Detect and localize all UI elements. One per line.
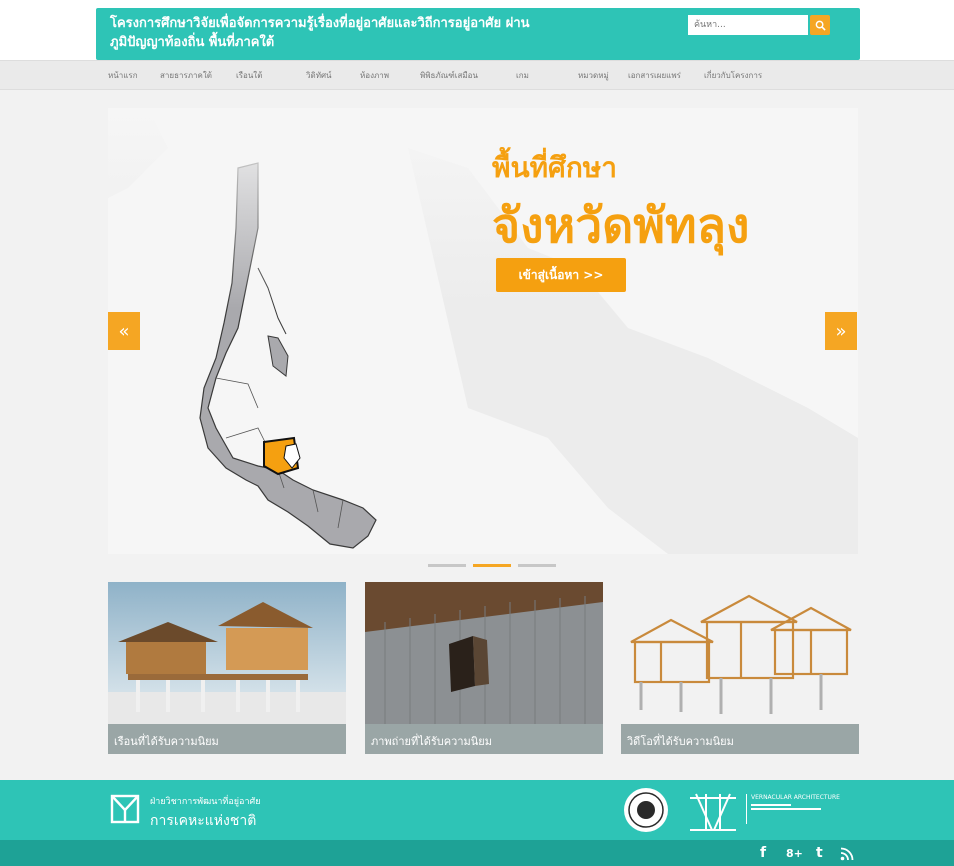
slide-subtitle: พื้นที่ศึกษา	[492, 151, 617, 184]
site-footer: ฝ่ายวิชาการพัฒนาที่อยู่อาศัย การเคหะแห่ง…	[0, 780, 954, 840]
nav-item-virtual-museum[interactable]: พิพิธภัณฑ์เสมือน	[420, 69, 478, 82]
slide-title: จังหวัดพัทลุง	[492, 198, 750, 254]
slider-prev-button[interactable]: «	[108, 312, 140, 350]
slider-dot-1[interactable]	[428, 564, 466, 567]
google-plus-icon[interactable]: 8+	[786, 847, 803, 860]
search-button[interactable]	[810, 15, 830, 35]
slider-dot-2[interactable]	[473, 564, 511, 567]
chevron-left-icon: «	[118, 320, 130, 342]
nav-item-about[interactable]: เกี่ยวกับโครงการ	[704, 69, 762, 82]
footer-organization: การเคหะแห่งชาติ	[150, 813, 257, 829]
slider-next-button[interactable]: »	[825, 312, 857, 350]
search-icon	[815, 20, 826, 31]
nav-item-game[interactable]: เกม	[516, 69, 529, 82]
footer-social-bar: f 8+ t	[0, 840, 954, 866]
nav-item-video[interactable]: วิดิทัศน์	[306, 69, 332, 82]
university-seal-icon	[624, 788, 668, 832]
card-caption: ภาพถ่ายที่ได้รับความนิยม	[365, 724, 603, 754]
enter-content-button[interactable]: เข้าสู่เนื้อหา >>	[496, 258, 626, 292]
nav-item-home[interactable]: หน้าแรก	[108, 69, 138, 82]
slider-pagination	[428, 564, 558, 568]
nav-item-south-stream[interactable]: สายธารภาคใต้	[160, 69, 212, 82]
nav-item-gallery[interactable]: ห้องภาพ	[360, 69, 389, 82]
house-image	[108, 582, 346, 724]
facebook-icon[interactable]: f	[760, 845, 766, 861]
chevron-right-icon: »	[835, 320, 847, 342]
vernacular-architecture-logo-icon	[690, 793, 736, 831]
wall-photo-image	[365, 582, 603, 724]
slider-dot-3[interactable]	[518, 564, 556, 567]
card-caption: วิดีโอที่ได้รับความนิยม	[621, 724, 859, 754]
footer-department: ฝ่ายวิชาการพัฒนาที่อยู่อาศัย	[150, 797, 261, 807]
partner-logo-title: VERNACULAR ARCHITECTURE	[751, 794, 840, 801]
rss-icon[interactable]	[840, 847, 854, 861]
card-caption: เรือนที่ได้รับความนิยม	[108, 724, 346, 754]
house-frame-image	[621, 582, 859, 724]
tumblr-icon[interactable]: t	[816, 845, 823, 861]
site-title[interactable]: โครงการศึกษาวิจัยเพื่อจัดการความรู้เรื่อ…	[110, 14, 550, 52]
search-input[interactable]	[688, 15, 808, 35]
southern-thailand-map	[108, 108, 858, 554]
card-popular-photos[interactable]: ภาพถ่ายที่ได้รับความนิยม	[365, 582, 603, 754]
nav-item-category[interactable]: หมวดหมู่	[578, 69, 609, 82]
nha-logo-icon	[110, 794, 140, 824]
card-popular-videos[interactable]: วิดีโอที่ได้รับความนิยม	[621, 582, 859, 754]
vernacular-architecture-logo: VERNACULAR ARCHITECTURE	[746, 794, 862, 824]
card-popular-houses[interactable]: เรือนที่ได้รับความนิยม	[108, 582, 346, 754]
nav-item-southern-house[interactable]: เรือนใต้	[236, 69, 262, 82]
nav-item-publications[interactable]: เอกสารเผยแพร่	[628, 69, 681, 82]
site-header: โครงการศึกษาวิจัยเพื่อจัดการความรู้เรื่อ…	[96, 8, 860, 60]
main-nav: หน้าแรก สายธารภาคใต้ เรือนใต้ วิดิทัศน์ …	[0, 60, 954, 90]
hero-slider: พื้นที่ศึกษา จังหวัดพัทลุง เข้าสู่เนื้อห…	[108, 108, 858, 554]
